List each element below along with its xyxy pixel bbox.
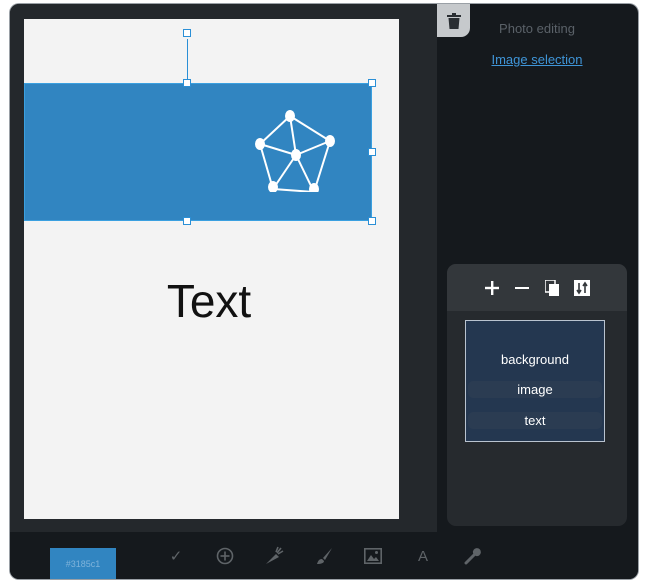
bottom-toolbar: #3185c1 ✓ A	[10, 532, 638, 579]
editor-panel: Text	[10, 4, 437, 532]
canvas-text-layer[interactable]: Text	[24, 274, 394, 328]
rotation-line	[187, 39, 188, 83]
brush-icon	[317, 548, 332, 564]
add-layer-button[interactable]	[483, 279, 501, 297]
duplicate-layer-button[interactable]	[543, 279, 561, 297]
layers-toolbar	[447, 264, 627, 311]
settings-tool[interactable]	[462, 545, 484, 567]
rotate-handle[interactable]	[183, 29, 191, 37]
image-layer-banner[interactable]	[24, 83, 372, 221]
plus-icon	[485, 280, 499, 295]
brush-tool[interactable]	[313, 545, 335, 567]
panel-title: Photo editing	[499, 21, 575, 36]
image-icon	[364, 548, 382, 564]
copy-icon	[545, 279, 559, 296]
text-tool[interactable]: A	[412, 545, 434, 567]
reorder-layer-button[interactable]	[573, 279, 591, 297]
network-graph-icon	[255, 110, 335, 192]
layers-list: background image text	[465, 320, 605, 442]
layer-image[interactable]: image	[468, 381, 602, 398]
add-circle-icon	[216, 547, 234, 565]
layer-background[interactable]: background	[468, 351, 602, 368]
resize-handle-bottom[interactable]	[183, 217, 191, 225]
check-icon: ✓	[169, 548, 183, 565]
wrench-icon	[464, 548, 481, 565]
resize-handle-top-right[interactable]	[368, 79, 376, 87]
carrot-tool[interactable]	[263, 545, 285, 567]
layers-panel: background image text	[447, 264, 627, 526]
app-frame: Text Photo editing Image selection backg…	[10, 4, 638, 579]
minus-icon	[515, 286, 529, 289]
layer-text[interactable]: text	[468, 412, 602, 429]
resize-handle-top[interactable]	[183, 79, 191, 87]
add-element-tool[interactable]	[214, 545, 236, 567]
color-picker[interactable]: #3185c1	[50, 548, 116, 579]
image-tool[interactable]	[362, 545, 384, 567]
resize-handle-bottom-right[interactable]	[368, 217, 376, 225]
remove-layer-button[interactable]	[513, 279, 531, 297]
text-icon: A	[417, 547, 428, 565]
image-selection-link[interactable]: Image selection	[437, 52, 637, 67]
carrot-icon	[266, 546, 284, 564]
sort-icon	[574, 279, 590, 296]
resize-handle-right[interactable]	[368, 148, 376, 156]
confirm-tool[interactable]: ✓	[165, 545, 187, 567]
canvas-page[interactable]: Text	[24, 19, 399, 519]
